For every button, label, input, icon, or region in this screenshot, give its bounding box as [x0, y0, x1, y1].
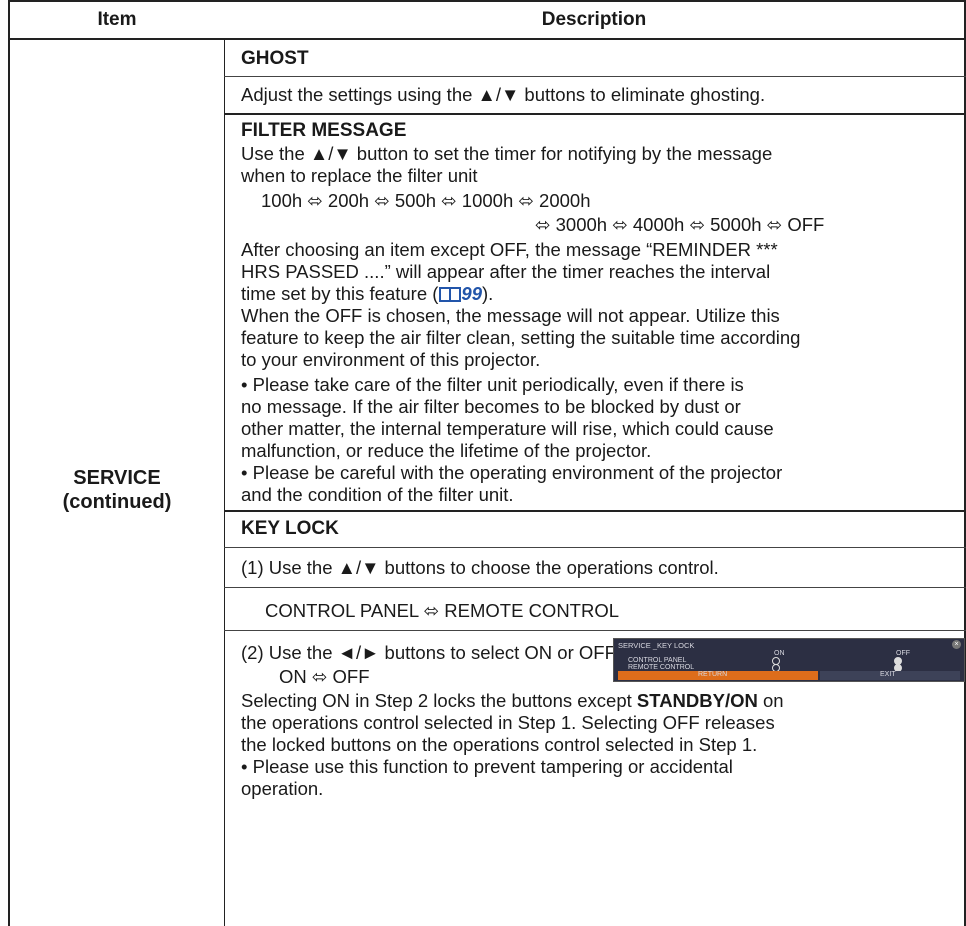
menu-title: SERVICE _KEY LOCK — [618, 641, 695, 650]
menu-col-on: ON — [774, 650, 785, 657]
ghost-title-divider — [224, 76, 966, 77]
keylock-divider2 — [224, 587, 966, 588]
item-column: SERVICE (continued) — [8, 40, 225, 926]
menu-return-bar: RETURN — [618, 671, 818, 680]
ghost-text: Adjust the settings using the ▲/▼ button… — [241, 84, 766, 105]
header-description: Description — [224, 0, 966, 40]
filter-options-line2: ⬄ 3000h ⬄ 4000h ⬄ 5000h ⬄ OFF — [535, 214, 825, 235]
filter-intro-line1: Use the ▲/▼ button to set the timer for … — [241, 143, 773, 164]
book-reference-icon — [439, 287, 462, 302]
menu-exit-label: EXIT — [880, 671, 896, 678]
filter-note2-line2: and the condition of the filter unit. — [241, 484, 514, 505]
filter-title: FILTER MESSAGE — [241, 120, 407, 141]
filter-after-line1: After choosing an item except OFF, the m… — [241, 239, 778, 260]
keylock-desc-line1-start: Selecting ON in Step 2 locks the buttons… — [241, 690, 637, 711]
keylock-step2: (2) Use the ◄/► buttons to select ON or … — [241, 642, 619, 663]
keylock-menu-screenshot: SERVICE _KEY LOCK × ON OFF CONTROL PANEL… — [613, 638, 965, 682]
keylock-step2-options: ON ⬄ OFF — [279, 666, 370, 687]
filter-after-line2: HRS PASSED ....” will appear after the t… — [241, 261, 771, 282]
ghost-title: GHOST — [241, 48, 309, 69]
section-divider-ghost — [224, 113, 966, 115]
header-item-label: Item — [97, 9, 137, 30]
service-item-label: SERVICE (continued) — [10, 466, 224, 514]
keylock-desc-line1: Selecting ON in Step 2 locks the buttons… — [241, 690, 784, 711]
keylock-note-line1: • Please use this function to prevent ta… — [241, 756, 733, 777]
filter-after-line3-end: ). — [482, 283, 494, 304]
keylock-title: KEY LOCK — [241, 518, 339, 539]
menu-close-icon: × — [952, 640, 961, 649]
section-divider-filter — [224, 510, 966, 512]
keylock-desc-line1-end: on — [757, 690, 784, 711]
service-label-line1: SERVICE — [73, 467, 161, 489]
filter-note2-line1: • Please be careful with the operating e… — [241, 462, 783, 483]
page-reference-link[interactable]: 99 — [461, 283, 482, 304]
filter-note1-line4: malfunction, or reduce the lifetime of t… — [241, 440, 652, 461]
service-label-line2: (continued) — [62, 491, 172, 513]
menu-exit-bar: EXIT — [820, 671, 960, 680]
keylock-desc-line3: the locked buttons on the operations con… — [241, 734, 758, 755]
menu-row-control-panel: CONTROL PANEL — [628, 657, 687, 664]
menu-col-off: OFF — [896, 650, 910, 657]
menu-return-label: RETURN — [698, 671, 728, 678]
filter-after-line3: time set by this feature ( 99). — [241, 283, 493, 304]
keylock-step1: (1) Use the ▲/▼ buttons to choose the op… — [241, 557, 719, 578]
filter-off-line3: to your environment of this projector. — [241, 349, 541, 370]
filter-note1-line1: • Please take care of the filter unit pe… — [241, 374, 744, 395]
keylock-divider3 — [224, 630, 966, 631]
header-description-label: Description — [541, 9, 647, 30]
filter-after-line3-start: time set by this feature ( — [241, 283, 439, 304]
filter-intro-line2: when to replace the filter unit — [241, 165, 478, 186]
filter-off-line2: feature to keep the air filter clean, se… — [241, 327, 801, 348]
header-item: Item — [8, 0, 225, 40]
filter-note1-line3: other matter, the internal temperature w… — [241, 418, 774, 439]
filter-options-line1: 100h ⬄ 200h ⬄ 500h ⬄ 1000h ⬄ 2000h — [261, 190, 591, 211]
keylock-step1-options: CONTROL PANEL ⬄ REMOTE CONTROL — [265, 600, 620, 621]
filter-note1-line2: no message. If the air filter becomes to… — [241, 396, 741, 417]
manual-page: Item Description SERVICE (continued) GHO… — [0, 0, 966, 926]
keylock-desc-line2: the operations control selected in Step … — [241, 712, 775, 733]
filter-off-line1: When the OFF is chosen, the message will… — [241, 305, 780, 326]
keylock-divider1 — [224, 547, 966, 548]
menu-row-remote-control: REMOTE CONTROL — [628, 664, 695, 671]
standby-on-label: STANDBY/ON — [636, 690, 758, 711]
keylock-note-line2: operation. — [241, 778, 324, 799]
